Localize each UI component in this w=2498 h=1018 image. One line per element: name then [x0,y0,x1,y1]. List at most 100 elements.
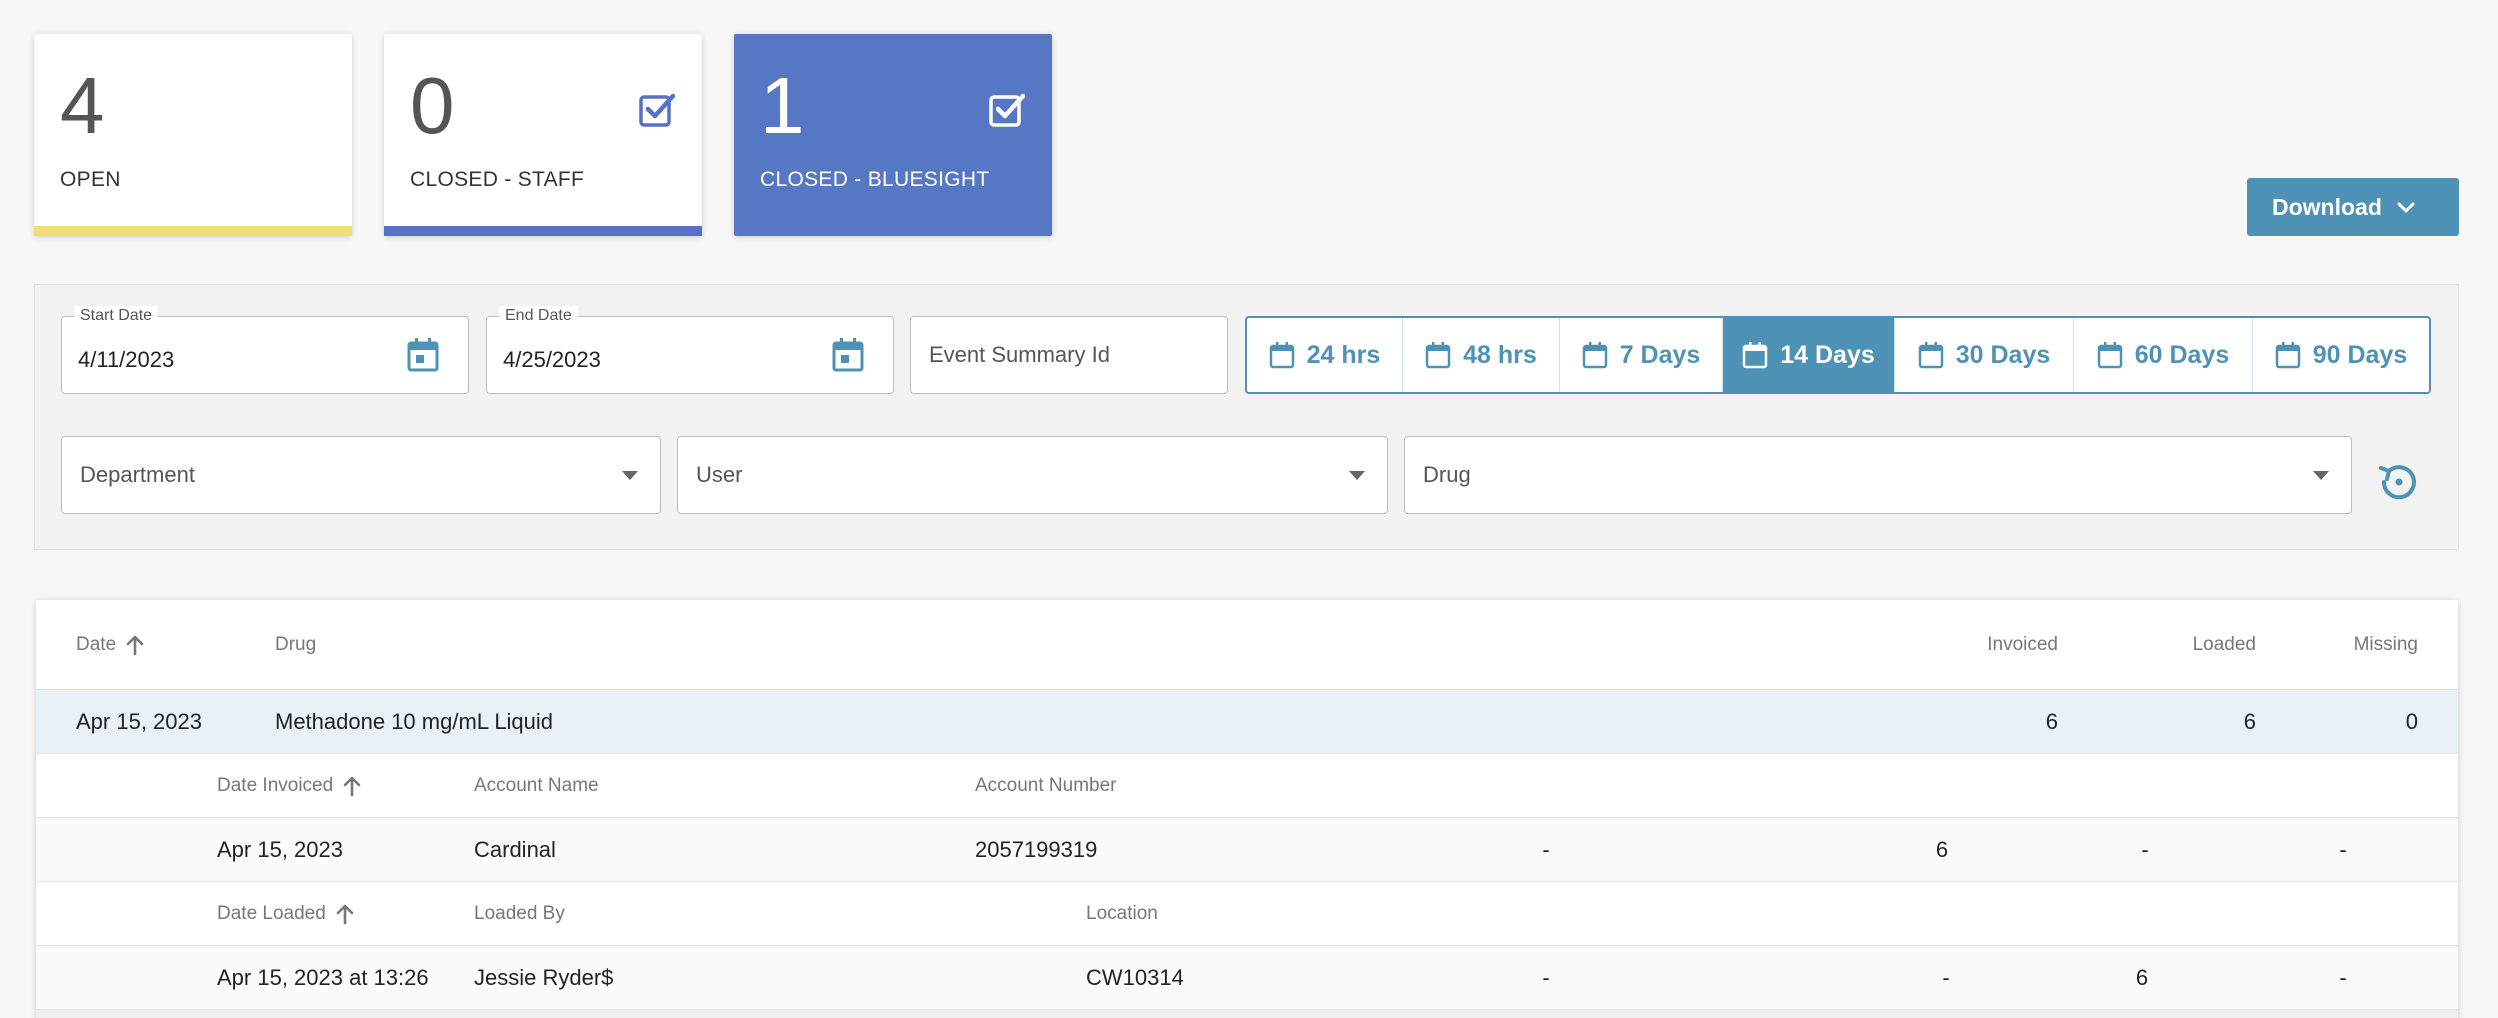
reset-filters-icon[interactable] [2375,458,2423,506]
loaded-by: Jessie Ryder$ [474,964,614,990]
range-label: 90 Days [2312,340,2408,369]
invoice-row[interactable]: Apr 15, 2023 Cardinal 2057199319 - 6 - - [36,818,2458,882]
download-button[interactable]: Download [2247,178,2459,236]
range-label: 7 Days [1619,340,1701,369]
loaded-col-1: - [1542,964,1550,990]
invoice-subheader: Date Invoiced Account Name Account Numbe… [36,754,2458,818]
range-30-days[interactable]: 30 Days [1895,318,2074,392]
chevron-down-icon [2397,202,2415,213]
invoice-account-number: 2057199319 [975,836,1098,862]
calendar-icon [1742,342,1768,369]
department-select[interactable]: Department [61,436,661,514]
loaded-row[interactable]: Apr 15, 2023 at 13:26 Jessie Ryder$ CW10… [36,946,2458,1010]
invoice-missing: - [2339,836,2347,862]
loaded-location: CW10314 [1086,964,1184,990]
end-date-input[interactable] [503,347,803,373]
column-header-label: Date Invoiced [217,774,334,796]
column-header-missing[interactable]: Missing [2316,600,2418,689]
loaded-date: Apr 15, 2023 at 13:26 [217,964,429,990]
drug-placeholder: Drug [1423,462,1471,487]
table-footer [36,1010,2458,1018]
card-closed-bluesight[interactable]: 1 CLOSED - BLUESIGHT [734,34,1052,236]
event-summary-id-field[interactable]: Event Summary Id [910,316,1228,394]
invoice-invoiced: 6 [1935,836,1949,862]
start-date-label: Start Date [74,306,159,326]
start-date-input[interactable] [78,347,378,373]
caret-down-icon [1349,471,1365,480]
calendar-icon[interactable] [406,337,440,373]
row-invoiced: 6 [2045,708,2058,734]
range-14-days[interactable]: 14 Days [1723,318,1895,392]
calendar-icon[interactable] [831,337,865,373]
closed-staff-status-bar [384,226,702,236]
column-header-location[interactable]: Location [1086,882,1158,945]
table-row[interactable]: Apr 15, 2023 Methadone 10 mg/mL Liquid 6… [36,690,2458,754]
open-status-bar [34,226,352,236]
column-header-account-number[interactable]: Account Number [975,754,1117,817]
invoice-col-1: - [1542,836,1550,862]
closed-bluesight-label: CLOSED - BLUESIGHT [760,168,990,191]
column-header-date-loaded[interactable]: Date Loaded [217,882,354,945]
range-60-days[interactable]: 60 Days [2074,318,2253,392]
caret-down-icon [2313,471,2329,480]
row-missing: 0 [2405,708,2418,734]
caret-down-icon [622,471,638,480]
loaded-missing: - [2339,964,2347,990]
range-label: 60 Days [2134,340,2230,369]
loaded-subheader: Date Loaded Loaded By Location [36,882,2458,946]
start-date-field[interactable]: Start Date [61,306,469,394]
event-summary-id-placeholder: Event Summary Id [929,342,1110,367]
closed-bluesight-count: 1 [760,61,805,150]
invoice-loaded: - [2141,836,2149,862]
drug-select[interactable]: Drug [1404,436,2352,514]
card-open[interactable]: 4 OPEN [34,34,352,236]
open-label: OPEN [60,168,121,191]
range-7-days[interactable]: 7 Days [1560,318,1723,392]
column-header-loaded-by[interactable]: Loaded By [474,882,565,945]
column-header-invoiced[interactable]: Invoiced [1936,600,2058,689]
calendar-icon [2097,342,2122,369]
column-header-label: Date [76,633,117,655]
range-24-hrs[interactable]: 24 hrs [1247,318,1403,392]
row-date: Apr 15, 2023 [76,708,202,734]
user-placeholder: User [696,462,743,487]
column-header-date[interactable]: Date [76,600,144,689]
date-range-selector: 24 hrs 48 hrs 7 Days 14 Days 30 Days 60 … [1245,316,2431,394]
end-date-field[interactable]: End Date [486,306,894,394]
loaded-invoiced: - [1942,964,1950,990]
closed-staff-count: 0 [410,61,455,150]
loaded-loaded: 6 [2135,964,2149,990]
column-header-drug[interactable]: Drug [275,600,316,689]
invoice-date: Apr 15, 2023 [217,836,343,862]
user-select[interactable]: User [677,436,1388,514]
calendar-icon [1918,342,1943,369]
card-closed-staff[interactable]: 0 CLOSED - STAFF [384,34,702,236]
column-header-loaded[interactable]: Loaded [2136,600,2256,689]
table-header: Date Drug Invoiced Loaded Missing [36,600,2458,690]
sort-ascending-icon [126,635,144,655]
range-label: 14 Days [1780,340,1875,369]
range-48-hrs[interactable]: 48 hrs [1403,318,1560,392]
column-header-account-name[interactable]: Account Name [474,754,599,817]
calendar-icon [1269,342,1294,369]
column-header-date-invoiced[interactable]: Date Invoiced [217,754,361,817]
row-drug: Methadone 10 mg/mL Liquid [275,708,554,734]
invoice-account-name: Cardinal [474,836,556,862]
calendar-icon [1425,342,1451,369]
column-header-label: Date Loaded [217,902,326,924]
calendar-icon [2275,342,2300,369]
department-placeholder: Department [80,462,195,487]
end-date-label: End Date [499,306,578,326]
checkbox-checked-icon [639,93,676,127]
range-label: 24 hrs [1306,340,1381,369]
open-count: 4 [60,61,105,150]
range-label: 48 hrs [1463,340,1537,369]
checkbox-checked-icon [989,93,1026,127]
row-loaded: 6 [2243,708,2256,734]
closed-staff-label: CLOSED - STAFF [410,168,585,191]
range-label: 30 Days [1955,340,2051,369]
range-90-days[interactable]: 90 Days [2253,318,2429,392]
events-table: Date Drug Invoiced Loaded Missing Apr 15… [36,600,2458,1018]
sort-ascending-icon [343,776,361,796]
download-label: Download [2272,193,2382,220]
